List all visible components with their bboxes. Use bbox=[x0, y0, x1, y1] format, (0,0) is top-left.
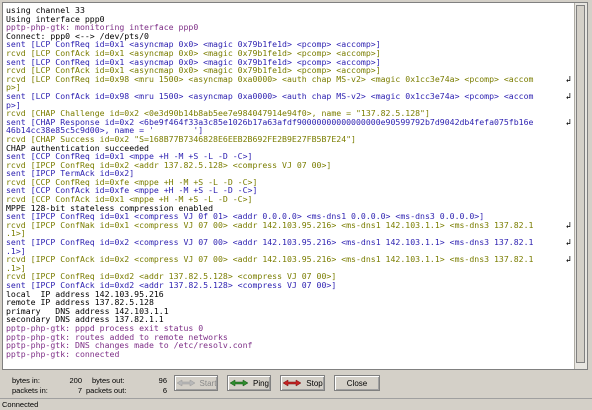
status-text: Connected bbox=[2, 400, 39, 409]
packets-out-value: 6 bbox=[162, 386, 167, 395]
line-wrap-icon: ↲ bbox=[565, 221, 571, 231]
start-button[interactable]: Start bbox=[174, 375, 218, 391]
bytes-out-label: bytes out: bbox=[92, 376, 125, 385]
line-wrap-icon: ↲ bbox=[565, 117, 571, 128]
status-bar: Connected bbox=[0, 398, 592, 410]
ping-button[interactable]: Ping bbox=[227, 375, 271, 391]
start-icon bbox=[176, 379, 196, 387]
close-label: Close bbox=[346, 378, 368, 388]
log-line: sent [LCP ConfAck id=0x98 <mru 1500> <as… bbox=[6, 90, 534, 101]
line-wrap-icon: ↲ bbox=[565, 92, 571, 102]
line-wrap-icon: ↲ bbox=[565, 255, 571, 266]
log-line: rcvd [LCP ConfReq id=0x98 <mru 1500> <as… bbox=[6, 73, 534, 84]
packets-in-value: 7 bbox=[77, 386, 82, 395]
bytes-out-value: 96 bbox=[158, 376, 167, 385]
stop-button[interactable]: Stop bbox=[280, 375, 325, 391]
ping-icon bbox=[229, 379, 249, 387]
packets-out-label: packets out: bbox=[86, 386, 127, 395]
log-line: rcvd [IPCP ConfNak id=0x1 <compress VJ 0… bbox=[6, 219, 534, 230]
traffic-stats: bytes in: 200 bytes out: 96 packets in: … bbox=[0, 373, 175, 397]
line-wrap-icon: ↲ bbox=[565, 238, 571, 249]
log-view[interactable]: using channel 33 Using interface ppp0 pptp… bbox=[2, 2, 588, 370]
ping-label: Ping bbox=[252, 378, 269, 388]
log-line: rcvd [IPCP ConfAck id=0x2 <compress VJ 0… bbox=[6, 254, 534, 265]
bytes-in-value: 200 bbox=[69, 376, 82, 385]
log-line: pptp-php-gtk: connected bbox=[6, 348, 120, 359]
start-label: Start bbox=[199, 378, 217, 388]
log-line: sent [IPCP ConfReq id=0x2 <compress VJ 0… bbox=[6, 237, 534, 248]
scrollbar-thumb[interactable] bbox=[576, 5, 585, 363]
stop-icon bbox=[282, 379, 302, 387]
log-text: using channel 33 Using interface ppp0 pptp… bbox=[6, 6, 571, 368]
bytes-in-label: bytes in: bbox=[12, 376, 40, 385]
stop-label: Stop bbox=[306, 378, 323, 388]
line-wrap-icon: ↲ bbox=[565, 74, 571, 85]
close-button[interactable]: Close bbox=[334, 375, 380, 391]
log-scrollbar[interactable] bbox=[574, 3, 587, 369]
